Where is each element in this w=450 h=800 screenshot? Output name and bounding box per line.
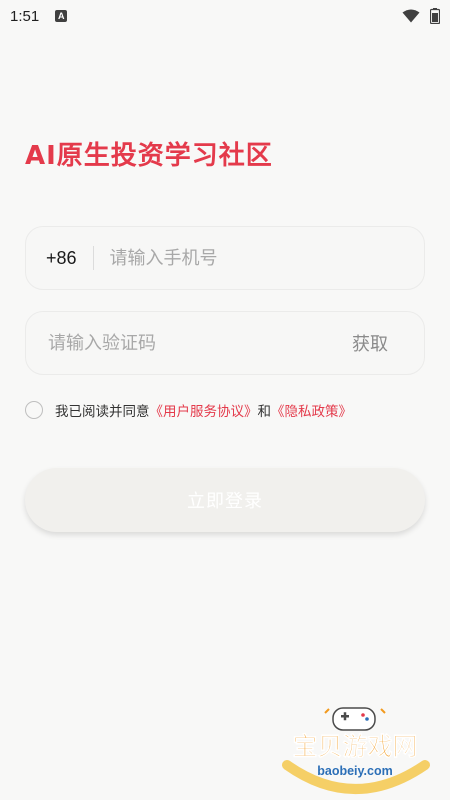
page-title: AI原生投资学习社区 xyxy=(25,141,273,171)
country-code[interactable]: +86 xyxy=(46,248,77,269)
gamepad-icon xyxy=(324,707,386,731)
status-bar: 1:51 A xyxy=(0,0,450,32)
a-letter-icon: A xyxy=(55,10,68,22)
user-agreement-link[interactable]: 《用户服务协议》 xyxy=(150,400,258,420)
get-code-button[interactable]: 获取 xyxy=(352,330,388,356)
agreement-and: 和 xyxy=(257,404,272,420)
agreement-checkbox[interactable] xyxy=(25,401,43,419)
privacy-policy-link[interactable]: 《隐私政策》 xyxy=(271,400,352,420)
status-time: 1:51 xyxy=(10,7,40,25)
divider xyxy=(92,246,94,270)
login-button[interactable]: 立即登录 xyxy=(25,468,425,532)
wifi-icon xyxy=(402,9,420,23)
watermark-logo: 宝贝游戏网 baobeiy.com xyxy=(282,707,430,794)
agreement: 我已阅读并同意 《用户服务协议》 和 《隐私政策》 xyxy=(25,400,352,420)
phone-input[interactable] xyxy=(109,247,424,269)
phone-field[interactable]: +86 xyxy=(25,226,425,290)
watermark-name: 宝贝游戏网 xyxy=(292,732,417,761)
agreement-prefix: 我已阅读并同意 xyxy=(55,404,150,420)
code-field[interactable]: 获取 xyxy=(25,311,425,375)
watermark-url: baobeiy.com xyxy=(317,764,392,778)
battery-icon xyxy=(430,8,440,24)
code-input[interactable] xyxy=(48,332,352,354)
status-left: 1:51 A xyxy=(10,7,68,25)
status-right xyxy=(402,8,440,24)
